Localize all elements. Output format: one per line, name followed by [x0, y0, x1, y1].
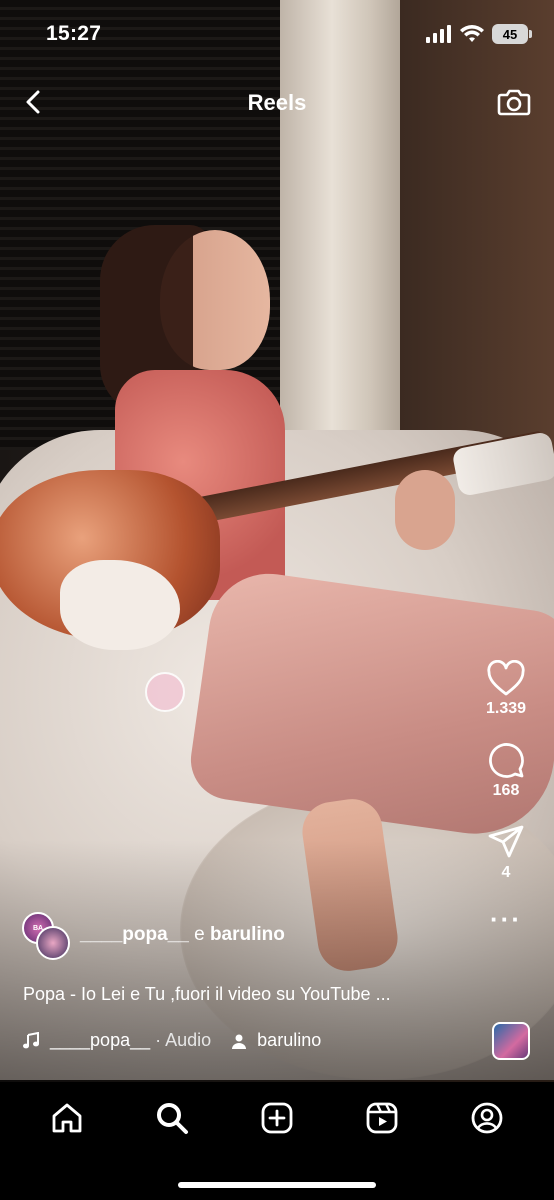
comment-icon[interactable] — [486, 740, 526, 780]
music-note-icon — [23, 1031, 39, 1048]
nav-create[interactable] — [257, 1098, 297, 1138]
page-title: Reels — [247, 90, 307, 115]
send-icon[interactable] — [486, 822, 526, 862]
status-icons: 45 — [426, 24, 532, 44]
signal-icon — [426, 25, 451, 43]
collaborator-username[interactable]: barulino — [210, 924, 285, 945]
nav-profile[interactable] — [467, 1098, 507, 1138]
heart-icon[interactable] — [486, 660, 526, 698]
comment-count[interactable]: 168 — [476, 782, 536, 800]
creator-names[interactable]: ____popa__ e barulino — [80, 924, 285, 946]
avatar-group[interactable]: BA — [22, 910, 74, 960]
nav-home[interactable] — [47, 1098, 87, 1138]
audio-author[interactable]: ____popa__ — [50, 1030, 150, 1050]
profile-icon[interactable] — [470, 1101, 504, 1135]
nav-reels[interactable] — [362, 1098, 402, 1138]
creator-username[interactable]: ____popa__ — [80, 924, 189, 945]
share-count[interactable]: 4 — [476, 864, 536, 882]
head — [160, 230, 270, 370]
audio-row[interactable]: ____popa__ · Audio barulino — [22, 1030, 321, 1051]
tagged-user[interactable]: barulino — [257, 1030, 321, 1051]
create-icon[interactable] — [260, 1101, 294, 1135]
camera-icon[interactable] — [496, 84, 532, 120]
caption[interactable]: Popa - Io Lei e Tu ,fuori il video su Yo… — [23, 984, 483, 1005]
battery-icon: 45 — [492, 24, 532, 44]
more-icon[interactable]: ··· — [476, 904, 536, 935]
nav-search[interactable] — [152, 1098, 192, 1138]
bottom-nav — [0, 1082, 554, 1200]
creator-row[interactable]: BA ____popa__ e barulino — [22, 910, 285, 960]
avatar[interactable] — [36, 926, 70, 960]
audio-label[interactable]: · Audio — [155, 1030, 211, 1050]
like-count[interactable]: 1.339 — [476, 700, 536, 718]
reel-actions: 1.339 168 4 ··· — [476, 660, 536, 935]
wifi-icon — [460, 25, 484, 42]
search-icon[interactable] — [155, 1101, 189, 1135]
audio-thumbnail[interactable] — [492, 1022, 530, 1060]
watermark-sticker — [145, 672, 185, 712]
home-icon[interactable] — [50, 1101, 84, 1135]
top-bar: Reels — [0, 80, 554, 124]
reels-icon[interactable] — [365, 1101, 399, 1135]
conjunction: e — [194, 924, 205, 945]
person-icon — [232, 1034, 247, 1049]
clock: 15:27 — [46, 22, 102, 45]
status-bar: 15:27 45 — [0, 0, 554, 70]
home-indicator — [178, 1182, 376, 1188]
hand — [395, 470, 455, 550]
